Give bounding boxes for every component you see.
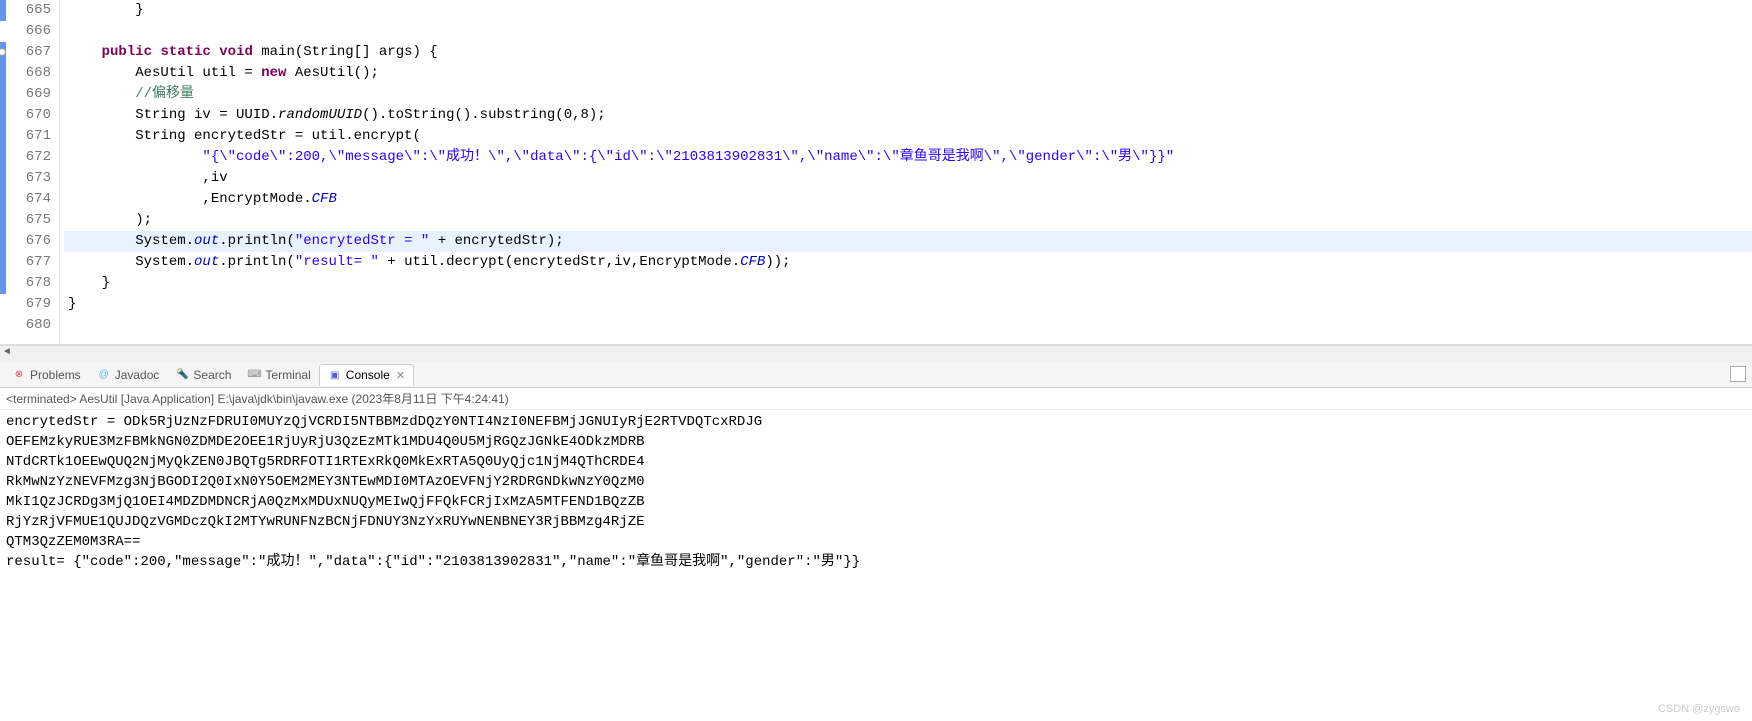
horizontal-scrollbar[interactable] bbox=[0, 345, 1752, 362]
line-number: 670 bbox=[0, 105, 51, 126]
code-line[interactable] bbox=[64, 315, 1752, 336]
code-line[interactable]: AesUtil util = new AesUtil(); bbox=[64, 63, 1752, 84]
line-number: 677 bbox=[0, 252, 51, 273]
tab-label: Console bbox=[346, 368, 390, 382]
views-tabs: ⊗ Problems @ Javadoc 🔦 Search ⌨ Terminal… bbox=[0, 362, 1752, 388]
code-line[interactable]: } bbox=[64, 294, 1752, 315]
line-number: 667 bbox=[0, 42, 51, 63]
tab-search[interactable]: 🔦 Search bbox=[167, 365, 239, 385]
code-line[interactable]: String iv = UUID.randomUUID().toString()… bbox=[64, 105, 1752, 126]
tab-console[interactable]: ▣ Console ✕ bbox=[319, 364, 414, 386]
line-number: 676 bbox=[0, 231, 51, 252]
tab-terminal[interactable]: ⌨ Terminal bbox=[239, 365, 318, 385]
code-line[interactable]: } bbox=[64, 273, 1752, 294]
line-number: 680 bbox=[0, 315, 51, 336]
line-number: 668 bbox=[0, 63, 51, 84]
panel-toolbar bbox=[1730, 366, 1746, 387]
code-line[interactable]: ); bbox=[64, 210, 1752, 231]
line-number: 666 bbox=[0, 21, 51, 42]
search-icon: 🔦 bbox=[175, 368, 189, 382]
code-editor[interactable]: 6656666676686696706716726736746756766776… bbox=[0, 0, 1752, 345]
code-line[interactable] bbox=[64, 21, 1752, 42]
bottom-panel: ⊗ Problems @ Javadoc 🔦 Search ⌨ Terminal… bbox=[0, 362, 1752, 721]
line-number: 665 bbox=[0, 0, 51, 21]
line-gutter: 6656666676686696706716726736746756766776… bbox=[0, 0, 60, 344]
javadoc-icon: @ bbox=[97, 368, 111, 382]
line-number: 669 bbox=[0, 84, 51, 105]
line-number: 675 bbox=[0, 210, 51, 231]
code-line[interactable]: public static void main(String[] args) { bbox=[64, 42, 1752, 63]
code-line[interactable]: String encrytedStr = util.encrypt( bbox=[64, 126, 1752, 147]
code-line[interactable]: System.out.println("result= " + util.dec… bbox=[64, 252, 1752, 273]
terminal-icon: ⌨ bbox=[247, 368, 261, 382]
line-number: 674 bbox=[0, 189, 51, 210]
editor-container: 6656666676686696706716726736746756766776… bbox=[0, 0, 1752, 721]
line-number: 671 bbox=[0, 126, 51, 147]
console-header: <terminated> AesUtil [Java Application] … bbox=[0, 388, 1752, 410]
code-content[interactable]: } public static void main(String[] args)… bbox=[60, 0, 1752, 344]
console-icon: ▣ bbox=[328, 368, 342, 382]
tab-label: Problems bbox=[30, 368, 81, 382]
code-line[interactable]: ,EncryptMode.CFB bbox=[64, 189, 1752, 210]
line-number: 672 bbox=[0, 147, 51, 168]
line-number: 673 bbox=[0, 168, 51, 189]
code-line[interactable]: //偏移量 bbox=[64, 84, 1752, 105]
code-line[interactable]: System.out.println("encrytedStr = " + en… bbox=[64, 231, 1752, 252]
problems-icon: ⊗ bbox=[12, 368, 26, 382]
line-number: 678 bbox=[0, 273, 51, 294]
console-output[interactable]: encrytedStr = ODk5RjUzNzFDRUI0MUYzQjVCRD… bbox=[0, 410, 1752, 574]
code-line[interactable]: "{\"code\":200,\"message\":\"成功！\",\"dat… bbox=[64, 147, 1752, 168]
tab-label: Terminal bbox=[265, 368, 310, 382]
close-icon[interactable]: ✕ bbox=[396, 369, 405, 382]
tab-problems[interactable]: ⊗ Problems bbox=[4, 365, 89, 385]
tab-javadoc[interactable]: @ Javadoc bbox=[89, 365, 168, 385]
code-line[interactable]: } bbox=[64, 0, 1752, 21]
line-number: 679 bbox=[0, 294, 51, 315]
code-line[interactable]: ,iv bbox=[64, 168, 1752, 189]
tab-label: Javadoc bbox=[115, 368, 160, 382]
maximize-button[interactable] bbox=[1730, 366, 1746, 382]
watermark: CSDN @zygswo bbox=[1658, 703, 1740, 715]
tab-label: Search bbox=[193, 368, 231, 382]
